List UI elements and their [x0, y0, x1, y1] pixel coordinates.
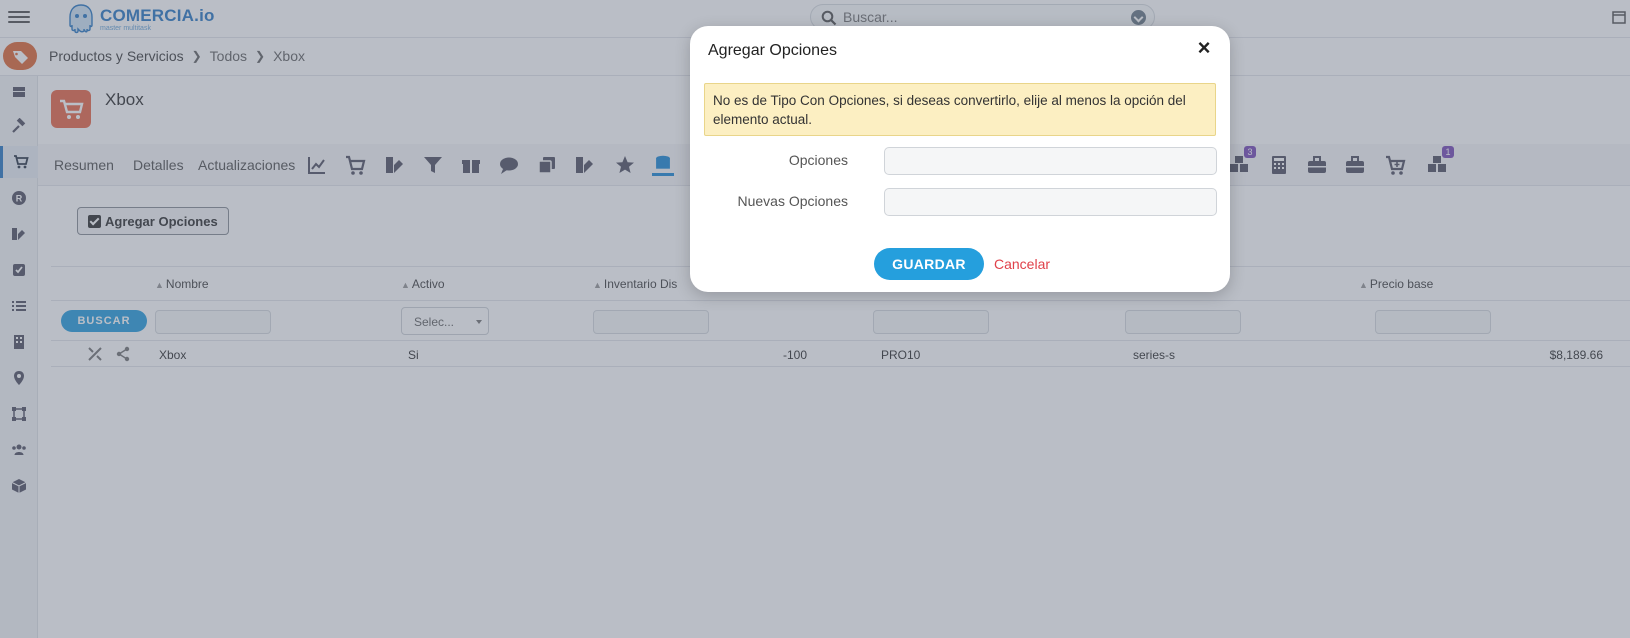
opciones-field[interactable]	[884, 147, 1217, 175]
opciones-label: Opciones	[788, 152, 848, 168]
save-button[interactable]: GUARDAR	[874, 248, 984, 280]
cancel-button[interactable]: Cancelar	[994, 256, 1050, 272]
close-icon[interactable]: ×	[1194, 37, 1214, 59]
add-options-modal: Agregar Opciones × No es de Tipo Con Opc…	[690, 26, 1230, 292]
modal-title: Agregar Opciones	[708, 42, 837, 59]
warning-alert: No es de Tipo Con Opciones, si deseas co…	[704, 83, 1216, 136]
nuevas-opciones-label: Nuevas Opciones	[737, 193, 848, 209]
nuevas-opciones-field[interactable]	[884, 188, 1217, 216]
